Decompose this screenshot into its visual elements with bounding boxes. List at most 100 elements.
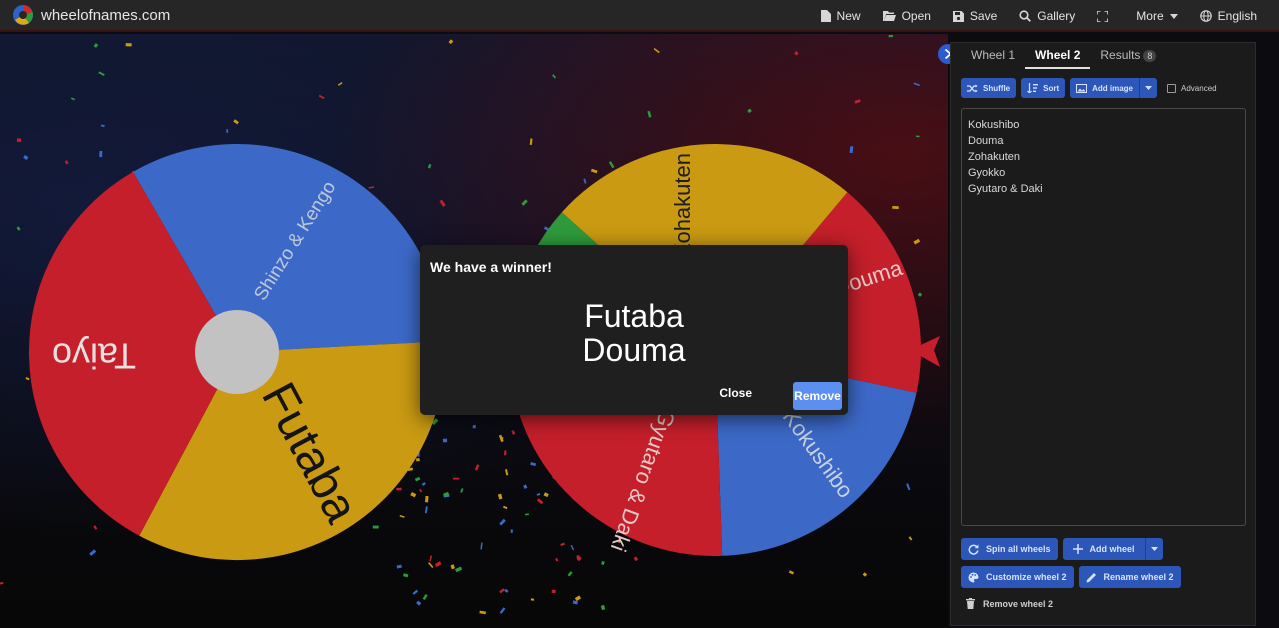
file-icon — [820, 10, 831, 22]
confetti-piece — [504, 468, 509, 476]
confetti-piece — [399, 515, 405, 518]
add-wheel-button[interactable]: Add wheel — [1062, 538, 1145, 560]
advanced-label: Advanced — [1181, 83, 1217, 93]
confetti-piece — [906, 483, 911, 491]
nav-save[interactable]: Save — [952, 9, 997, 23]
confetti-piece — [450, 564, 455, 570]
confetti-piece — [368, 186, 375, 189]
image-icon — [1076, 83, 1088, 93]
brand-link[interactable]: wheelofnames.com — [12, 4, 170, 26]
confetti-piece — [410, 492, 417, 498]
rename-wheel-button[interactable]: Rename wheel 2 — [1078, 566, 1181, 588]
entry-line: Gyokko — [968, 167, 1006, 179]
spin-all-label: Spin all wheels — [986, 544, 1051, 554]
add-wheel-dropdown[interactable] — [1144, 538, 1163, 560]
confetti-piece — [567, 571, 573, 577]
palette-icon — [968, 571, 979, 582]
tab-wheel-1[interactable]: Wheel 1 — [961, 47, 1025, 69]
tab-results[interactable]: Results 8 — [1090, 47, 1166, 69]
nav-gallery[interactable]: Gallery — [1019, 9, 1075, 23]
top-nav: New Open Save Gallery More English — [799, 0, 1257, 32]
confetti-piece — [530, 462, 537, 467]
trash-icon — [966, 598, 975, 609]
confetti-piece — [427, 164, 432, 169]
entries-textarea[interactable]: Kokushibo Douma Zohakuten Gyokko Gyutaro… — [961, 108, 1246, 526]
confetti-piece — [439, 199, 446, 207]
folder-open-icon — [882, 11, 896, 21]
top-bar: wheelofnames.com New Open Save Gallery M… — [0, 0, 1279, 32]
chevron-down-icon — [1169, 13, 1178, 19]
nav-new-label: New — [836, 9, 861, 23]
winner-dialog: We have a winner! Futaba Douma Close Rem… — [420, 245, 848, 415]
nav-open-label: Open — [901, 9, 931, 23]
entry-line: Douma — [968, 135, 1004, 147]
close-button[interactable]: Close — [709, 379, 762, 407]
confetti-piece — [521, 199, 528, 206]
advanced-toggle[interactable]: Advanced — [1167, 83, 1217, 93]
advanced-checkbox[interactable] — [1167, 83, 1177, 93]
wheel-1-center[interactable] — [195, 310, 279, 394]
confetti-piece — [396, 564, 402, 569]
sort-button[interactable]: Sort — [1021, 78, 1066, 98]
shuffle-button[interactable]: Shuffle — [961, 78, 1017, 98]
add-image-label: Add image — [1092, 83, 1134, 93]
wheel-stage: Shinzo & Kengo Futaba Taiyo Douma Kokush… — [0, 34, 948, 628]
refresh-icon — [968, 544, 979, 555]
nav-more[interactable]: More — [1136, 9, 1178, 23]
confetti-piece — [601, 561, 605, 566]
nav-fullscreen[interactable] — [1097, 10, 1114, 22]
confetti-piece — [552, 74, 557, 79]
confetti-piece — [560, 542, 565, 547]
confetti-piece — [647, 110, 652, 118]
add-image-dropdown[interactable] — [1139, 78, 1158, 98]
confetti-piece — [747, 108, 752, 114]
pencil-icon — [1086, 572, 1096, 582]
tab-wheel-2-label: Wheel 2 — [1035, 48, 1081, 62]
fullscreen-icon — [1097, 10, 1109, 22]
customize-label: Customize wheel 2 — [986, 572, 1067, 582]
confetti-piece — [511, 430, 516, 435]
nav-gallery-label: Gallery — [1037, 9, 1076, 23]
remove-winner-button[interactable]: Remove — [793, 382, 842, 410]
dialog-title: We have a winner! — [430, 259, 552, 275]
wheel-2-label-zohakuten: Zohakuten — [670, 153, 695, 257]
confetti-piece — [434, 561, 442, 568]
nav-new[interactable]: New — [820, 9, 861, 23]
nav-language[interactable]: English — [1199, 9, 1257, 23]
confetti-piece — [16, 226, 21, 231]
add-wheel-split: Add wheel — [1062, 538, 1163, 560]
confetti-piece — [421, 482, 426, 486]
add-image-button[interactable]: Add image — [1070, 78, 1140, 98]
confetti-piece — [416, 600, 422, 606]
wheel-1[interactable]: Shinzo & Kengo Futaba Taiyo — [28, 144, 445, 561]
confetti-piece — [788, 570, 795, 575]
confetti-piece — [226, 129, 229, 133]
winner-name-1: Futaba — [584, 298, 684, 334]
confetti-piece — [70, 97, 76, 101]
confetti-piece — [474, 464, 480, 471]
confetti-piece — [530, 598, 535, 601]
add-wheel-label: Add wheel — [1089, 544, 1135, 554]
confetti-piece — [576, 555, 580, 560]
confetti-piece — [504, 450, 507, 456]
remove-wheel-button[interactable]: Remove wheel 2 — [966, 598, 1053, 609]
shuffle-icon — [967, 84, 978, 92]
spin-all-wheels-button[interactable]: Spin all wheels — [961, 538, 1058, 560]
entry-line: Gyutaro & Daki — [968, 183, 1043, 195]
sort-icon — [1027, 83, 1039, 93]
confetti-piece — [425, 495, 429, 503]
nav-open[interactable]: Open — [882, 9, 931, 23]
confetti-piece — [125, 43, 132, 47]
tab-wheel-1-label: Wheel 1 — [971, 48, 1016, 62]
confetti-piece — [633, 556, 639, 562]
confetti-piece — [913, 238, 921, 245]
confetti-piece — [64, 160, 69, 165]
tab-wheel-2[interactable]: Wheel 2 — [1025, 47, 1091, 69]
confetti-piece — [854, 99, 861, 104]
customize-wheel-button[interactable]: Customize wheel 2 — [961, 566, 1074, 588]
panel-tabs: Wheel 1 Wheel 2 Results 8 — [961, 47, 1166, 69]
brand-name: wheelofnames.com — [41, 6, 171, 24]
confetti-piece — [412, 589, 419, 595]
confetti-piece — [396, 487, 402, 491]
plus-icon — [1072, 544, 1083, 554]
